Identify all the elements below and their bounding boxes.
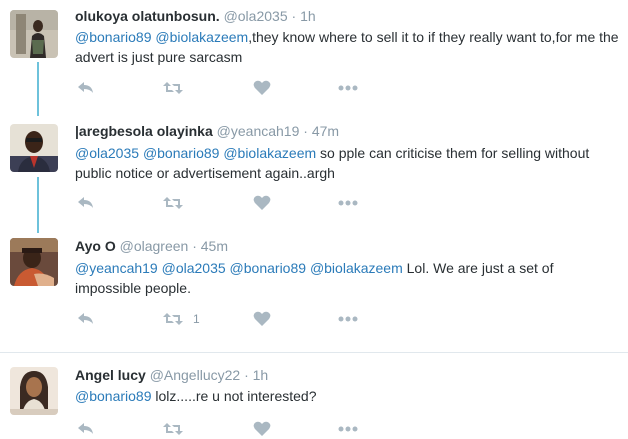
mention-link[interactable]: @bonario89 [143,145,220,161]
like-icon [253,195,271,210]
mention-link[interactable]: @biolakazeem [223,145,316,161]
display-name[interactable]: |aregbesola olayinka [75,123,213,139]
user-handle[interactable]: @Angellucy22 [150,367,241,383]
timestamp[interactable]: 1h [300,8,316,24]
display-name[interactable]: olukoya olatunbosun. [75,8,220,24]
tweet-text: @bonario89 @biolakazeem,they know where … [75,27,620,67]
tweet[interactable]: olukoya olatunbosun. @ola2035 · 1h @bona… [0,0,628,118]
user-handle[interactable]: @ola2035 [224,8,288,24]
timestamp[interactable]: 47m [312,123,339,139]
display-name[interactable]: Angel lucy [75,367,146,383]
like-button[interactable] [253,419,271,439]
retweet-icon [163,313,183,325]
tweet-text: @bonario89 lolz.....re u not interested? [75,386,620,406]
avatar[interactable] [10,238,58,286]
retweet-button[interactable] [163,419,193,439]
retweet-button[interactable]: 1 [163,309,200,329]
retweet-count: 1 [193,312,200,326]
more-button[interactable] [338,309,358,329]
user-handle[interactable]: @yeancah19 [217,123,300,139]
more-icon [338,85,358,91]
reply-icon [78,423,93,434]
mention-link[interactable]: @biolakazeem [310,260,403,276]
reply-icon [78,197,93,208]
mention-link[interactable]: @ola2035 [75,145,139,161]
reply-button[interactable] [77,309,95,329]
separator-dot: · [291,8,297,24]
like-icon [253,311,271,326]
avatar[interactable] [10,10,58,58]
retweet-button[interactable] [163,193,193,213]
reply-icon [78,313,93,324]
tweet-header: |aregbesola olayinka @yeancah19 · 47m [75,123,339,139]
like-icon [253,421,271,436]
mention-link[interactable]: @ola2035 [162,260,226,276]
tweet-text-segment: lolz.....re u not interested? [151,388,317,404]
retweet-icon [163,197,183,209]
mention-link[interactable]: @bonario89 [75,388,152,404]
avatar[interactable] [10,124,58,172]
timestamp[interactable]: 45m [201,238,228,254]
tweet[interactable]: Ayo O @olagreen · 45m @yeancah19 @ola203… [0,234,628,350]
more-icon [338,200,358,206]
separator-dot: · [244,367,249,383]
tweet-header: Angel lucy @Angellucy22 · 1h [75,367,268,383]
more-icon [338,316,358,322]
retweet-icon [163,82,183,94]
separator-dot: · [303,123,308,139]
tweet-text: @yeancah19 @ola2035 @bonario89 @biolakaz… [75,258,620,298]
display-name[interactable]: Ayo O [75,238,116,254]
retweet-button[interactable] [163,78,193,98]
user-handle[interactable]: @olagreen [120,238,189,254]
tweet[interactable]: |aregbesola olayinka @yeancah19 · 47m @o… [0,118,628,234]
more-button[interactable] [338,78,358,98]
reply-icon [78,82,93,93]
like-button[interactable] [253,78,271,98]
mention-link[interactable]: @bonario89 [75,29,152,45]
tweet-actions [75,419,395,439]
more-icon [338,426,358,432]
tweet-header: olukoya olatunbosun. @ola2035 · 1h [75,8,316,24]
tweet-actions [75,193,395,213]
mention-link[interactable]: @yeancah19 [75,260,158,276]
more-button[interactable] [338,193,358,213]
tweet-actions: 1 [75,309,395,329]
reply-button[interactable] [77,78,95,98]
tweet-text: @ola2035 @bonario89 @biolakazeem so pple… [75,143,620,183]
mention-link[interactable]: @biolakazeem [155,29,248,45]
separator-dot: · [192,238,197,254]
tweet-actions [75,78,395,98]
tweet[interactable]: Angel lucy @Angellucy22 · 1h @bonario89 … [0,353,628,439]
avatar[interactable] [10,367,58,415]
more-button[interactable] [338,419,358,439]
like-button[interactable] [253,193,271,213]
mention-link[interactable]: @bonario89 [230,260,307,276]
like-button[interactable] [253,309,271,329]
reply-button[interactable] [77,419,95,439]
tweet-header: Ayo O @olagreen · 45m [75,238,228,254]
retweet-icon [163,423,183,435]
timestamp[interactable]: 1h [253,367,269,383]
reply-button[interactable] [77,193,95,213]
like-icon [253,80,271,95]
